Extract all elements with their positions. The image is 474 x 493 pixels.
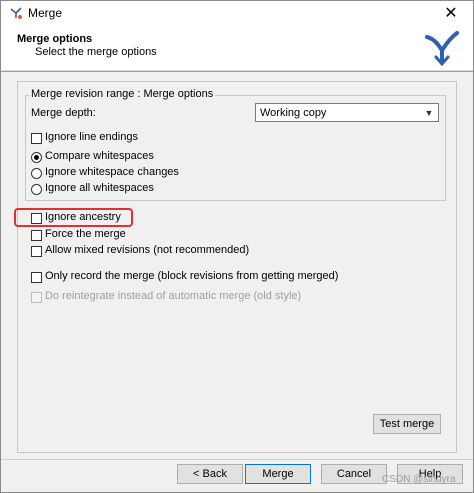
ignore-line-endings-label[interactable]: Ignore line endings — [45, 131, 138, 143]
only-record-merge-label[interactable]: Only record the merge (block revisions f… — [45, 270, 338, 282]
reintegrate-label: Do reintegrate instead of automatic merg… — [45, 290, 302, 302]
groupbox-legend: Merge revision range : Merge options — [29, 88, 216, 100]
watermark-text: CSDN @sindyra — [382, 474, 456, 485]
merge-depth-dropdown[interactable]: Working copy ▼ — [255, 103, 439, 122]
ignore-ancestry-label[interactable]: Ignore ancestry — [45, 211, 121, 223]
close-button[interactable]: ✕ — [429, 1, 473, 25]
chevron-down-icon: ▼ — [424, 108, 434, 118]
allow-mixed-revisions-label[interactable]: Allow mixed revisions (not recommended) — [45, 244, 249, 256]
window-title: Merge — [28, 6, 63, 20]
ignore-whitespace-changes-radio[interactable] — [31, 168, 42, 179]
cancel-button[interactable]: Cancel — [321, 464, 387, 484]
footer-divider — [1, 459, 473, 460]
close-icon: ✕ — [444, 5, 458, 22]
merge-depth-value: Working copy — [260, 107, 327, 119]
test-merge-button[interactable]: Test merge — [373, 414, 441, 434]
merge-logo-icon — [425, 31, 459, 67]
ignore-line-endings-checkbox[interactable] — [31, 133, 42, 144]
reintegrate-checkbox — [31, 292, 42, 303]
compare-whitespaces-radio[interactable] — [31, 152, 42, 163]
ignore-whitespace-changes-label[interactable]: Ignore whitespace changes — [45, 166, 179, 178]
header-title: Merge options — [17, 33, 93, 45]
merge-depth-label: Merge depth: — [31, 107, 96, 119]
header-subtitle: Select the merge options — [35, 46, 157, 58]
back-button[interactable]: < Back — [177, 464, 243, 484]
wizard-header: Merge options Select the merge options — [1, 25, 473, 71]
ignore-ancestry-checkbox[interactable] — [31, 213, 42, 224]
tortoisesvn-app-icon — [10, 7, 22, 19]
merge-button[interactable]: Merge — [245, 464, 311, 484]
force-merge-label[interactable]: Force the merge — [45, 228, 126, 240]
title-bar: Merge ✕ — [1, 1, 473, 25]
ignore-all-whitespaces-radio[interactable] — [31, 184, 42, 195]
merge-dialog-window: Merge ✕ Merge options Select the merge o… — [0, 0, 474, 493]
allow-mixed-revisions-checkbox[interactable] — [31, 246, 42, 257]
ignore-all-whitespaces-label[interactable]: Ignore all whitespaces — [45, 182, 154, 194]
only-record-merge-checkbox[interactable] — [31, 272, 42, 283]
compare-whitespaces-label[interactable]: Compare whitespaces — [45, 150, 154, 162]
header-divider — [1, 71, 473, 72]
force-merge-checkbox[interactable] — [31, 230, 42, 241]
